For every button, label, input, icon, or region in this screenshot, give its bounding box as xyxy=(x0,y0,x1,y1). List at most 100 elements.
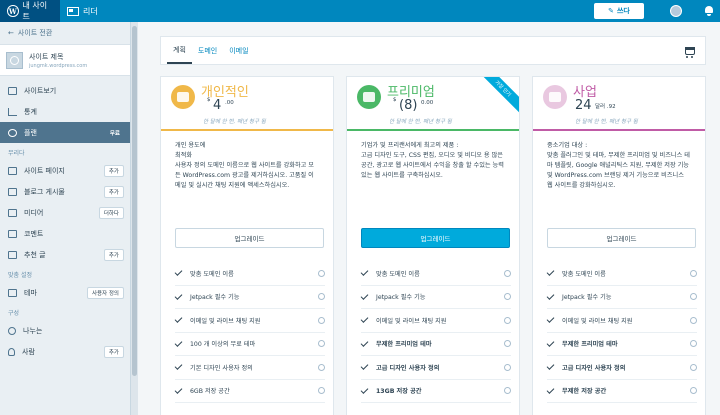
info-icon[interactable] xyxy=(318,363,325,371)
info-icon[interactable] xyxy=(504,316,511,324)
feature-text: 100 개 이상의 무료 테마 xyxy=(190,341,256,349)
feature-text: 고급 디자인 사용자 정의 xyxy=(376,364,440,372)
add-button[interactable]: 추가 xyxy=(103,185,124,198)
info-icon[interactable] xyxy=(690,387,697,395)
write-button[interactable]: ✎ 쓰다 xyxy=(594,3,644,19)
sidebar-item-label: 미디어 xyxy=(24,208,44,217)
notifications-bell-icon[interactable] xyxy=(704,6,714,16)
sidebar: ← 사이트 전환 사이트 제목 jungmk.wordpress.com 사이트… xyxy=(0,22,131,415)
sidebar-item-people[interactable]: 사람 추가 xyxy=(0,341,130,362)
sidebar-item-sharing[interactable]: 나누는 xyxy=(0,320,130,341)
plan-billing: 한 달에 한 번, 매년 청구 됨 xyxy=(203,119,266,125)
plan-premium-icon xyxy=(357,85,381,109)
plan-cents: 달러 .92 xyxy=(595,104,616,110)
tab-domains[interactable]: 도메인 xyxy=(192,37,223,64)
feature-item: 무제한 프리미엄 테마 xyxy=(360,333,511,356)
wordpress-logo-icon: W xyxy=(7,5,19,17)
switch-site-link[interactable]: ← 사이트 전환 xyxy=(0,22,130,44)
switch-site-label: 사이트 전환 xyxy=(17,29,53,37)
sidebar-item-media[interactable]: 미디어 더하다 xyxy=(0,202,130,223)
upgrade-button[interactable]: 업그레이드 xyxy=(175,228,324,248)
info-icon[interactable] xyxy=(504,363,511,371)
add-button[interactable]: 추가 xyxy=(103,248,124,261)
feature-item: Jetpack 필수 기능 xyxy=(546,286,697,309)
sidebar-item-comments[interactable]: 코멘트 xyxy=(0,223,130,244)
feature-text: 무제한 프리미엄 테마 xyxy=(562,341,618,349)
info-icon[interactable] xyxy=(318,293,325,301)
info-icon[interactable] xyxy=(690,316,697,324)
sidebar-item-label: 코멘트 xyxy=(24,229,44,238)
sidebar-item-blog-posts[interactable]: 블로그 게시물 추가 xyxy=(0,181,130,202)
sidebar-item-label: 플랜 xyxy=(24,128,37,137)
info-icon[interactable] xyxy=(690,293,697,301)
page-icon xyxy=(8,166,17,175)
sidebar-item-view-site[interactable]: 사이트보기 xyxy=(0,80,130,101)
scrollbar-thumb[interactable] xyxy=(132,26,137,376)
site-title: 사이트 제목 xyxy=(29,52,64,61)
check-icon xyxy=(360,291,369,300)
sidebar-item-themes[interactable]: 테마 사용자 정의 xyxy=(0,282,130,303)
sidebar-item-label: 추천 글 xyxy=(24,250,46,259)
image-icon xyxy=(8,208,17,217)
info-icon[interactable] xyxy=(504,340,511,348)
add-button[interactable]: 추가 xyxy=(103,164,124,177)
write-label: 쓰다 xyxy=(616,7,630,15)
upgrade-button[interactable]: 업그레이드 xyxy=(361,228,510,248)
avatar[interactable] xyxy=(670,5,682,17)
check-icon xyxy=(546,291,555,300)
sidebar-item-testimonials[interactable]: 추천 글 추가 xyxy=(0,244,130,265)
my-sites-button[interactable]: W 내 사이트 xyxy=(0,0,60,22)
sidebar-section-manage: 무리다 xyxy=(8,150,25,157)
feature-item: 고급 디자인 사용자 정의 xyxy=(360,356,511,380)
feature-text: 무제한 저장 공간 xyxy=(562,388,607,396)
customize-button[interactable]: 사용자 정의 xyxy=(86,286,124,299)
sidebar-section-configure: 구성 xyxy=(8,310,20,317)
tab-plans[interactable]: 계획 xyxy=(167,37,192,64)
sidebar-item-site-pages[interactable]: 사이트 페이지 추가 xyxy=(0,160,130,181)
check-icon xyxy=(360,362,369,371)
plan-features: 맞춤 도메인 이름 Jetpack 필수 기능 이메일 및 라이브 채팅 지원 … xyxy=(546,262,697,403)
plan-currency: $ xyxy=(393,97,397,103)
add-button[interactable]: 더하다 xyxy=(98,206,124,219)
tab-email[interactable]: 이메일 xyxy=(223,37,254,64)
add-button[interactable]: 추가 xyxy=(103,345,124,358)
check-icon xyxy=(174,268,183,277)
plan-badge: 무료 xyxy=(109,130,120,137)
info-icon[interactable] xyxy=(504,293,511,301)
plan-card-business: 사업 24 달러 .92 한 달에 한 번, 매년 청구 됨 중소기업 대상 :… xyxy=(532,76,706,415)
info-icon[interactable] xyxy=(504,387,511,395)
current-site-card[interactable]: 사이트 제목 jungmk.wordpress.com xyxy=(0,44,130,76)
plan-business-icon xyxy=(543,85,567,109)
sidebar-item-stats[interactable]: 통계 xyxy=(0,101,130,122)
sidebar-item-label: 사이트 페이지 xyxy=(24,166,65,175)
plan-desc-title: 개인 용도에 xyxy=(175,142,206,149)
feature-item: 고급 디자인 사용자 정의 xyxy=(546,356,697,380)
sidebar-item-plan[interactable]: 플랜 무료 xyxy=(0,122,130,143)
info-icon[interactable] xyxy=(504,269,511,277)
info-icon[interactable] xyxy=(690,363,697,371)
info-icon[interactable] xyxy=(318,340,325,348)
upgrade-button[interactable]: 업그레이드 xyxy=(547,228,696,248)
check-icon xyxy=(546,385,555,394)
plan-header: 사업 24 달러 .92 한 달에 한 번, 매년 청구 됨 xyxy=(533,77,705,131)
check-icon xyxy=(174,291,183,300)
check-icon xyxy=(546,338,555,347)
check-icon xyxy=(174,362,183,371)
reader-button[interactable]: 리더 xyxy=(60,0,105,22)
masterbar: W 내 사이트 리더 ✎ 쓰다 xyxy=(0,0,720,22)
site-globe-icon xyxy=(6,51,23,69)
check-icon xyxy=(360,385,369,394)
plan-description: 개인 용도에 최적화 사용자 정의 도메인 이름으로 웹 사이트를 강화하고 모… xyxy=(161,131,333,215)
sidebar-scrollbar[interactable] xyxy=(131,22,138,415)
info-icon[interactable] xyxy=(690,269,697,277)
person-icon xyxy=(8,347,15,356)
sidebar-item-label: 통계 xyxy=(24,107,37,116)
info-icon[interactable] xyxy=(318,316,325,324)
plan-icon xyxy=(8,128,17,137)
cart-icon[interactable] xyxy=(685,47,695,58)
pencil-icon: ✎ xyxy=(608,7,614,15)
info-icon[interactable] xyxy=(318,387,325,395)
feature-item: Jetpack 필수 기능 xyxy=(360,286,511,309)
info-icon[interactable] xyxy=(690,340,697,348)
info-icon[interactable] xyxy=(318,269,325,277)
